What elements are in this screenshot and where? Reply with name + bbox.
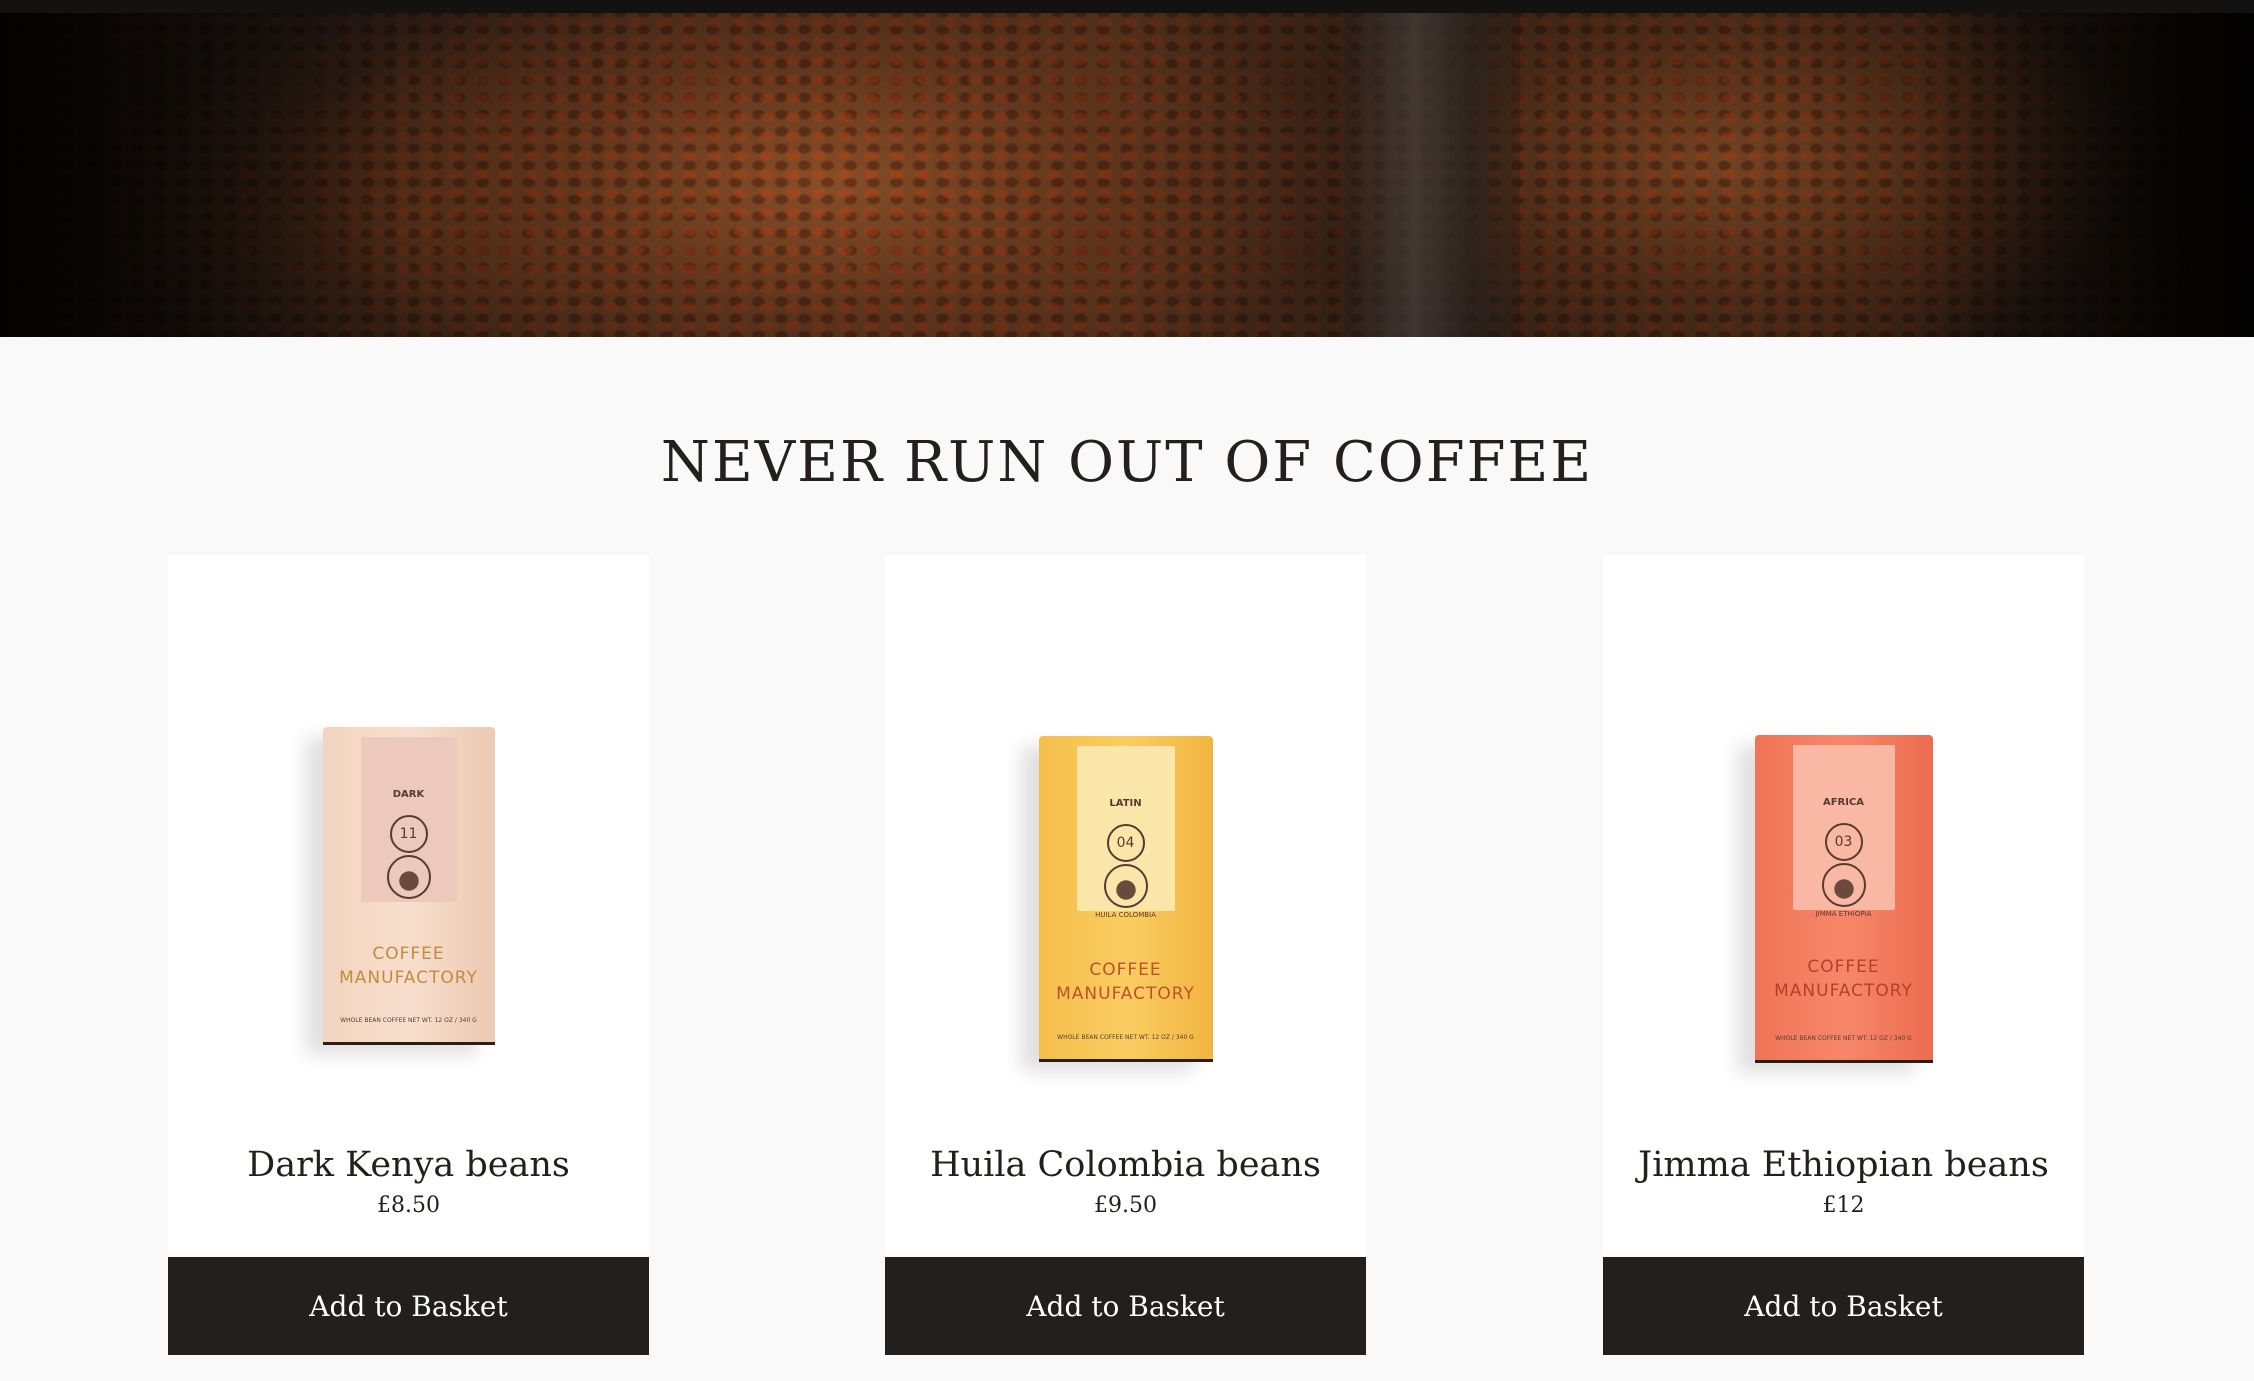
bag-label: DARK 11	[360, 737, 457, 902]
hero-coffee-beans-image	[0, 13, 2254, 337]
bag-net-weight: WHOLE BEAN COFFEE NET WT. 12 OZ / 340 G	[1775, 1035, 1912, 1042]
product-image-coffee-bag[interactable]: AFRICA 03 JIMMA ETHIOPIA COFFEE MANUFACT…	[1754, 735, 1933, 1063]
bag-number: 03	[1824, 823, 1863, 861]
product-name[interactable]: Huila Colombia beans	[885, 1145, 1366, 1185]
add-to-basket-button[interactable]: Add to Basket	[885, 1257, 1366, 1355]
product-card: LATIN 04 HUILA COLOMBIA COFFEE MANUFACTO…	[885, 555, 1366, 1355]
bag-net-weight: WHOLE BEAN COFFEE NET WT. 12 OZ / 340 G	[340, 1017, 477, 1024]
section-title: NEVER RUN OUT OF COFFEE	[660, 430, 1594, 495]
product-card: DARK 11 COFFEE MANUFACTORY WHOLE BEAN CO…	[168, 555, 649, 1355]
product-name[interactable]: Dark Kenya beans	[168, 1145, 649, 1185]
bag-label: LATIN 04 HUILA COLOMBIA	[1076, 746, 1175, 919]
top-bar	[0, 0, 2254, 13]
product-card: AFRICA 03 JIMMA ETHIOPIA COFFEE MANUFACT…	[1603, 555, 2084, 1355]
bag-base	[322, 1042, 495, 1045]
hero-vignette	[0, 13, 2254, 337]
bag-series: DARK	[392, 789, 425, 800]
add-to-basket-button[interactable]: Add to Basket	[168, 1257, 649, 1355]
bag-series: LATIN	[1109, 798, 1142, 809]
bag-brand: COFFEE MANUFACTORY	[1056, 960, 1195, 1004]
bag-label: AFRICA 03 JIMMA ETHIOPIA	[1792, 745, 1895, 918]
bag-origin: HUILA COLOMBIA	[1095, 911, 1156, 919]
product-image-coffee-bag[interactable]: DARK 11 COFFEE MANUFACTORY WHOLE BEAN CO…	[322, 727, 495, 1045]
bag-base	[1038, 1059, 1213, 1062]
bag-base	[1754, 1060, 1933, 1063]
product-name[interactable]: Jimma Ethiopian beans	[1603, 1145, 2084, 1185]
bag-emblem-icon	[386, 855, 431, 899]
product-image-coffee-bag[interactable]: LATIN 04 HUILA COLOMBIA COFFEE MANUFACTO…	[1038, 736, 1213, 1062]
bag-brand: COFFEE MANUFACTORY	[1774, 957, 1913, 1001]
bag-net-weight: WHOLE BEAN COFFEE NET WT. 12 OZ / 340 G	[1057, 1034, 1194, 1041]
bag-number: 04	[1106, 824, 1145, 862]
product-price: £12	[1822, 1193, 1865, 1218]
product-price: £9.50	[1094, 1193, 1157, 1218]
bag-origin: JIMMA ETHIOPIA	[1815, 910, 1872, 918]
product-price: £8.50	[377, 1193, 440, 1218]
bag-number: 11	[389, 815, 428, 853]
add-to-basket-button[interactable]: Add to Basket	[1603, 1257, 2084, 1355]
bag-brand: COFFEE MANUFACTORY	[339, 944, 478, 988]
bag-series: AFRICA	[1822, 797, 1865, 808]
bag-emblem-icon	[1821, 863, 1866, 907]
bag-emblem-icon	[1103, 864, 1148, 908]
